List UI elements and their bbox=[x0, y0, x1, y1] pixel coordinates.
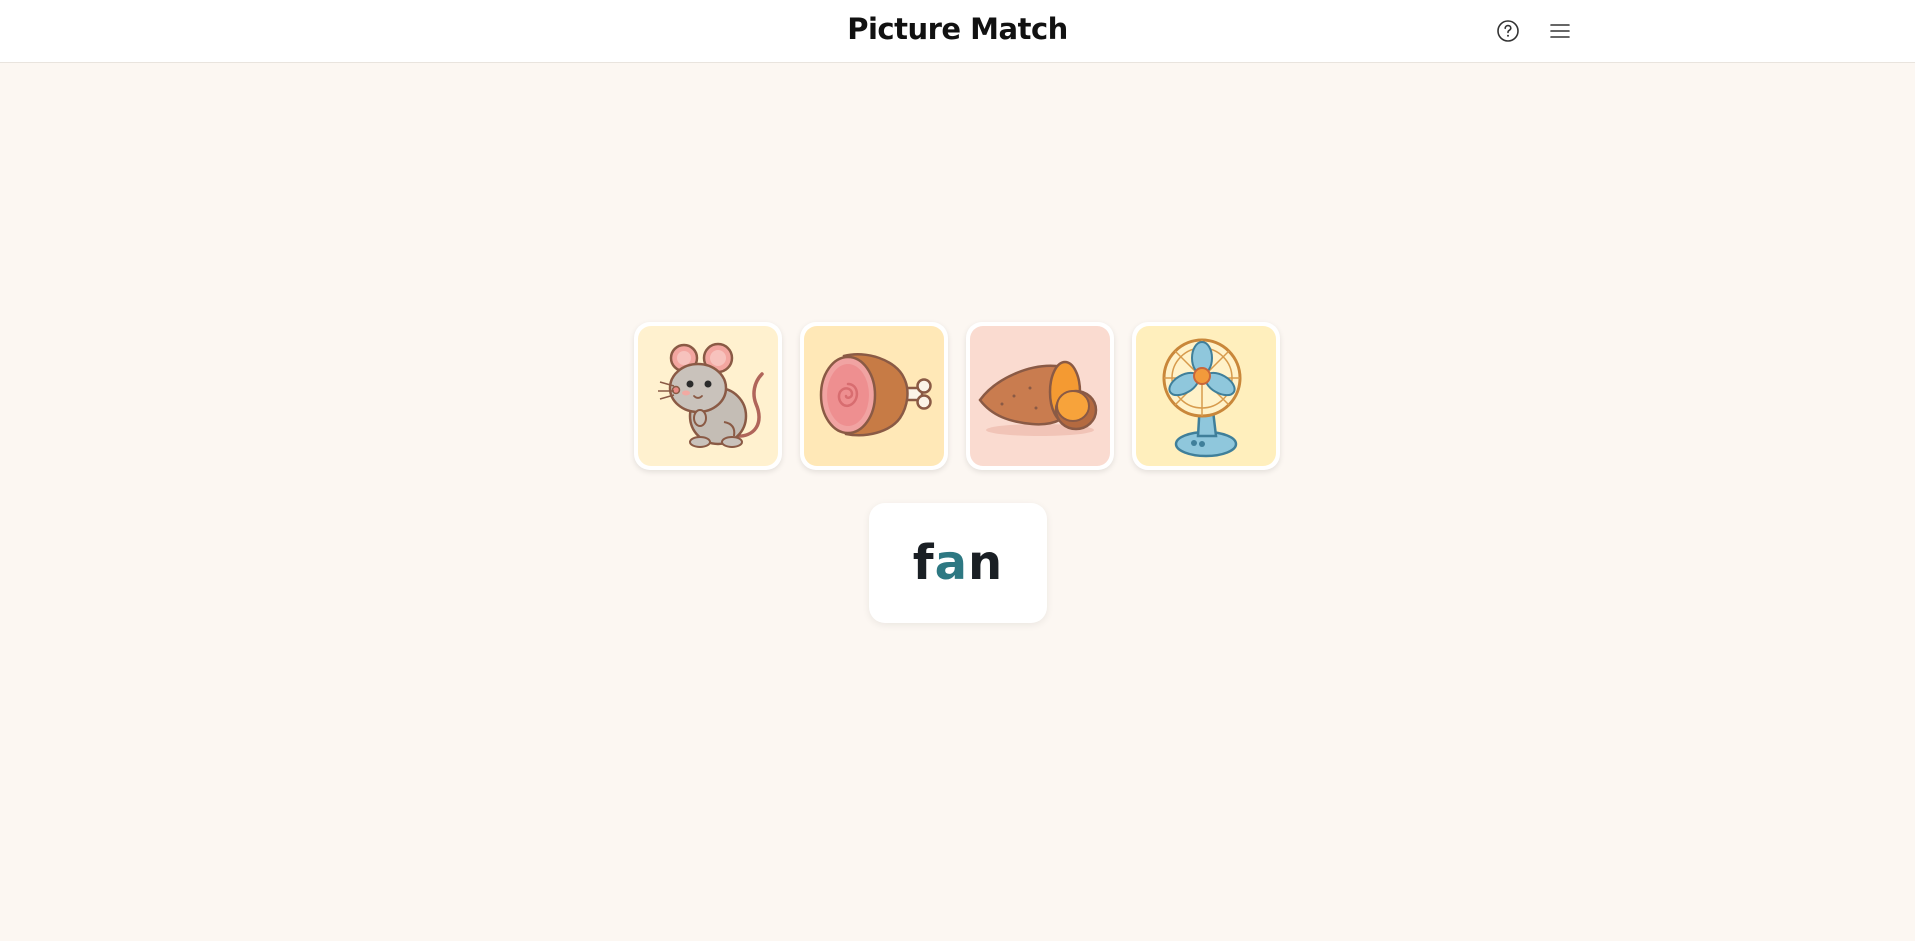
word-letter: n bbox=[968, 535, 1004, 591]
card-background bbox=[638, 326, 778, 466]
fan-picture bbox=[1162, 338, 1242, 458]
hamburger-menu-icon bbox=[1550, 24, 1570, 38]
mouse-picture bbox=[658, 342, 764, 448]
picture-card-mouse[interactable] bbox=[634, 322, 782, 470]
help-button[interactable] bbox=[1492, 15, 1524, 47]
picture-card-ham[interactable] bbox=[800, 322, 948, 470]
word-letter-vowel: a bbox=[934, 535, 969, 591]
card-background bbox=[804, 326, 944, 466]
card-background bbox=[970, 326, 1110, 466]
ham-picture bbox=[819, 353, 932, 437]
picture-card-sweet-potato[interactable] bbox=[966, 322, 1114, 470]
picture-card-fan[interactable] bbox=[1132, 322, 1280, 470]
page-title: Picture Match bbox=[847, 12, 1068, 46]
target-word: fan bbox=[869, 503, 1047, 623]
sweet-potato-picture bbox=[978, 360, 1098, 436]
top-bar: Picture Match bbox=[0, 0, 1915, 63]
menu-button[interactable] bbox=[1544, 15, 1576, 47]
card-background bbox=[1136, 326, 1276, 466]
word-letter: f bbox=[912, 535, 935, 591]
picture-cards bbox=[634, 322, 1282, 470]
help-circle-icon bbox=[1497, 20, 1519, 42]
